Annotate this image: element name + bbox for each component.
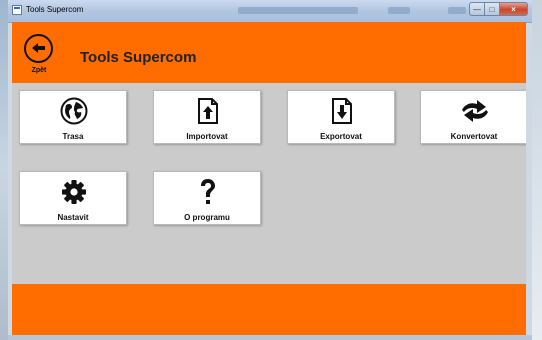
window-bottom-border — [8, 335, 532, 340]
back-label: Zpět — [31, 67, 47, 74]
title-bar-reflection — [238, 7, 358, 14]
tile-o-programu[interactable]: O programu — [153, 171, 261, 225]
desktop-background — [0, 0, 8, 340]
minimize-button[interactable]: — — [469, 2, 485, 16]
back-button[interactable]: Zpět — [21, 34, 57, 80]
header-bar: Zpět Tools Supercom — [12, 22, 526, 83]
import-icon — [193, 97, 223, 125]
maximize-button[interactable]: □ — [485, 2, 500, 16]
title-bar[interactable]: Tools Supercom — □ × — [8, 0, 532, 23]
question-mark-icon — [193, 178, 223, 206]
app-window: Tools Supercom — □ × Zpět Tools Supercom — [8, 0, 532, 340]
title-bar-reflection — [388, 7, 410, 14]
export-icon — [327, 97, 357, 125]
tile-nastavit[interactable]: Nastavit — [19, 171, 127, 225]
tile-label: Exportovat — [320, 132, 362, 141]
app-icon — [12, 5, 22, 15]
convert-arrows-icon — [460, 97, 490, 125]
app-content: Zpět Tools Supercom Trasa Importovat Exp… — [12, 22, 526, 335]
tile-label: Konvertovat — [450, 132, 498, 141]
window-title: Tools Supercom — [26, 5, 84, 14]
globe-icon — [59, 97, 89, 125]
tile-label: Importovat — [186, 132, 228, 141]
close-button[interactable]: × — [500, 2, 528, 16]
tile-importovat[interactable]: Importovat — [153, 90, 261, 144]
tile-exportovat[interactable]: Exportovat — [287, 90, 395, 144]
desktop-background-right — [532, 0, 542, 340]
back-arrow-icon — [24, 34, 53, 63]
tile-label: Trasa — [62, 132, 84, 141]
tile-konvertovat[interactable]: Konvertovat — [420, 90, 526, 144]
footer-bar — [12, 284, 526, 335]
tile-label: Nastavit — [57, 213, 89, 222]
title-bar-reflection — [448, 7, 466, 14]
page-title: Tools Supercom — [80, 49, 197, 66]
gear-icon — [59, 178, 89, 206]
window-controls: — □ × — [469, 2, 528, 16]
tile-trasa[interactable]: Trasa — [19, 90, 127, 144]
tile-label: O programu — [184, 213, 230, 222]
